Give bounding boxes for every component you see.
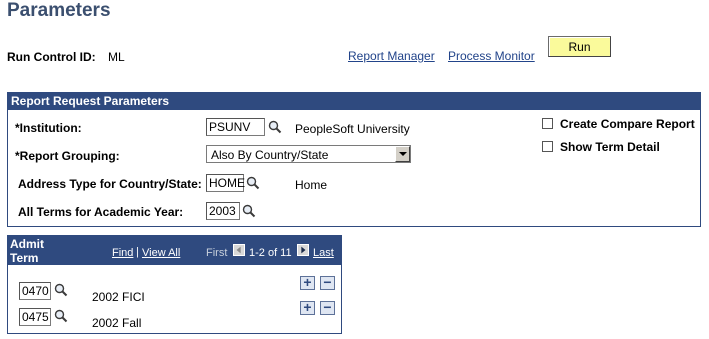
magnifier-icon[interactable] bbox=[54, 309, 68, 323]
create-compare-report-checkbox[interactable] bbox=[542, 118, 553, 129]
address-type-input[interactable]: HOME bbox=[206, 174, 245, 192]
last-link[interactable]: Last bbox=[313, 247, 334, 259]
first-label: First bbox=[206, 247, 228, 259]
show-term-detail-checkbox[interactable] bbox=[542, 141, 553, 152]
view-all-link[interactable]: View All bbox=[142, 247, 180, 259]
admit-term-header-line1: Admit bbox=[10, 237, 44, 251]
institution-input[interactable]: PSUNV bbox=[206, 118, 265, 136]
institution-description: PeopleSoft University bbox=[295, 122, 410, 136]
chevron-down-icon[interactable] bbox=[395, 146, 410, 162]
report-manager-link[interactable]: Report Manager bbox=[348, 49, 435, 63]
create-compare-report-label: Create Compare Report bbox=[560, 117, 695, 131]
admit-term-description: 2002 Fall bbox=[92, 316, 142, 330]
admit-term-input[interactable]: 0475 bbox=[19, 308, 51, 326]
all-terms-label: All Terms for Academic Year: bbox=[18, 205, 184, 219]
all-terms-input[interactable]: 2003 bbox=[206, 202, 240, 220]
admit-term-input[interactable]: 0470 bbox=[19, 282, 51, 300]
address-type-label: Address Type for Country/State: bbox=[18, 177, 202, 191]
header-separator: | bbox=[136, 246, 139, 258]
find-link[interactable]: Find bbox=[112, 247, 133, 259]
run-control-value: ML bbox=[108, 50, 125, 64]
report-grouping-select[interactable]: Also By Country/State bbox=[206, 145, 411, 163]
admit-term-description: 2002 FICI bbox=[92, 290, 145, 304]
magnifier-icon[interactable] bbox=[242, 204, 256, 218]
process-monitor-link[interactable]: Process Monitor bbox=[448, 49, 535, 63]
minus-icon[interactable]: − bbox=[320, 275, 335, 290]
run-control-label: Run Control ID: bbox=[7, 50, 96, 64]
page-title: Parameters bbox=[7, 0, 111, 21]
report-params-header: Report Request Parameters bbox=[7, 92, 701, 110]
magnifier-icon[interactable] bbox=[268, 120, 282, 134]
minus-icon[interactable]: − bbox=[320, 300, 335, 315]
next-arrow-icon[interactable] bbox=[297, 244, 309, 256]
institution-label: *Institution: bbox=[15, 121, 82, 135]
report-grouping-selected: Also By Country/State bbox=[211, 148, 329, 162]
address-type-description: Home bbox=[295, 178, 328, 192]
plus-icon[interactable]: + bbox=[300, 275, 315, 290]
report-grouping-label: *Report Grouping: bbox=[15, 149, 120, 163]
row-range: 1-2 of 11 bbox=[249, 247, 292, 259]
run-button[interactable]: Run bbox=[548, 36, 611, 57]
plus-icon[interactable]: + bbox=[300, 300, 315, 315]
show-term-detail-label: Show Term Detail bbox=[560, 140, 660, 154]
admit-term-header-line2: Term bbox=[10, 251, 39, 265]
magnifier-icon[interactable] bbox=[246, 176, 260, 190]
magnifier-icon[interactable] bbox=[54, 283, 68, 297]
previous-arrow-icon[interactable] bbox=[233, 244, 245, 256]
